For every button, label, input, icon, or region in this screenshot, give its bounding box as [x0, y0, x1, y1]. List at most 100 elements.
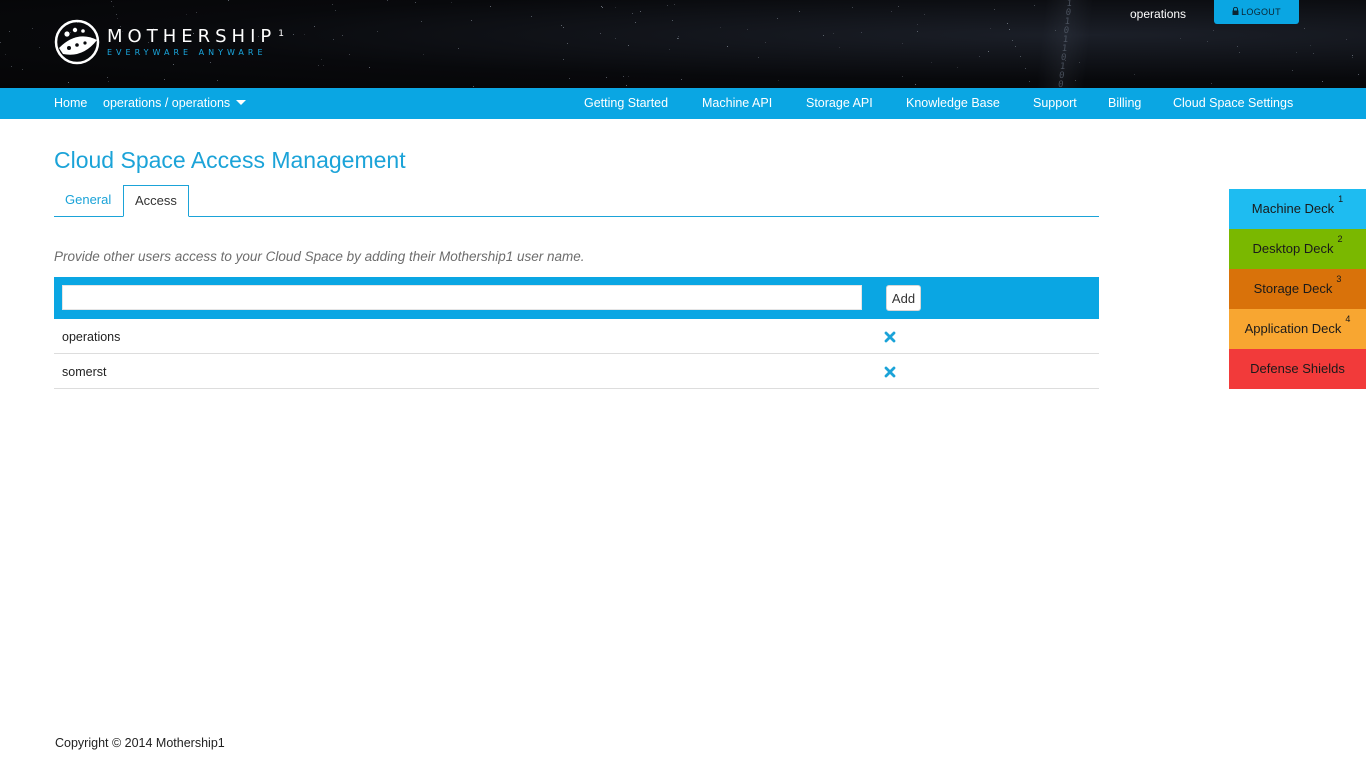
logout-label: LOGOUT	[1241, 7, 1281, 17]
star-decoration	[1304, 28, 1305, 29]
table-row: somerst	[54, 354, 1099, 389]
page-title: Cloud Space Access Management	[54, 147, 406, 173]
star-decoration	[1207, 41, 1208, 42]
star-decoration	[777, 18, 778, 19]
nav-support[interactable]: Support	[1033, 88, 1077, 119]
star-decoration	[917, 24, 918, 25]
star-decoration	[891, 11, 892, 12]
main-navbar: Home operations / operations Getting Sta…	[0, 88, 1366, 119]
star-decoration	[623, 76, 624, 77]
star-decoration	[1358, 74, 1359, 75]
star-decoration	[369, 67, 370, 68]
star-decoration	[342, 35, 343, 36]
user-access-table: operations somerst	[54, 319, 1099, 389]
star-decoration	[415, 2, 416, 3]
footer-copyright: Copyright © 2014 Mothership1	[55, 736, 225, 750]
close-icon[interactable]	[884, 331, 896, 343]
nav-billing[interactable]: Billing	[1108, 88, 1141, 119]
star-decoration	[990, 28, 991, 29]
star-decoration	[1292, 70, 1293, 71]
deck-label: Defense Shields	[1250, 361, 1345, 376]
star-decoration	[471, 20, 472, 21]
star-decoration	[1296, 52, 1297, 53]
deck-storage[interactable]: Storage Deck3	[1229, 269, 1366, 309]
nav-cloudspace-dropdown[interactable]: operations / operations	[103, 88, 247, 119]
user-name-cell: somerst	[62, 365, 107, 379]
star-decoration	[628, 45, 629, 46]
star-decoration	[1352, 55, 1353, 56]
mothership-logo-icon	[54, 19, 100, 65]
star-decoration	[758, 57, 759, 58]
user-name-cell: operations	[62, 330, 121, 344]
star-decoration	[765, 42, 766, 43]
star-decoration	[323, 65, 324, 66]
star-decoration	[1025, 68, 1026, 69]
add-user-bar: Add	[54, 277, 1099, 319]
nav-knowledge-base[interactable]: Knowledge Base	[906, 88, 1000, 119]
star-decoration	[681, 79, 682, 80]
star-decoration	[1015, 46, 1016, 47]
username-input[interactable]	[62, 285, 862, 310]
deck-number: 4	[1345, 314, 1351, 324]
star-decoration	[635, 22, 636, 23]
star-decoration	[116, 14, 117, 15]
logo-name-text: MOTHERSHIP	[107, 25, 277, 47]
nav-cloud-space-settings[interactable]: Cloud Space Settings	[1173, 88, 1293, 119]
nav-home[interactable]: Home	[54, 88, 87, 119]
star-decoration	[217, 80, 218, 81]
star-decoration	[113, 6, 114, 7]
settings-tabs: General Access	[54, 185, 1099, 217]
star-decoration	[988, 51, 989, 52]
star-decoration	[632, 13, 633, 14]
star-decoration	[108, 81, 109, 82]
star-decoration	[1313, 53, 1314, 54]
star-decoration	[458, 48, 459, 49]
star-decoration	[1211, 83, 1212, 84]
star-decoration	[902, 76, 903, 77]
close-icon[interactable]	[884, 366, 896, 378]
deck-number: 3	[1336, 274, 1342, 284]
tab-general[interactable]: General	[54, 185, 122, 217]
caret-down-icon	[236, 100, 247, 105]
star-decoration	[678, 36, 679, 37]
star-decoration	[626, 85, 627, 86]
star-decoration	[602, 7, 603, 8]
star-decoration	[423, 54, 424, 55]
star-decoration	[304, 34, 305, 35]
star-decoration	[799, 11, 800, 12]
star-decoration	[107, 77, 108, 78]
star-decoration	[727, 46, 728, 47]
star-decoration	[957, 67, 958, 68]
tab-access[interactable]: Access	[123, 185, 189, 217]
deck-application[interactable]: Application Deck4	[1229, 309, 1366, 349]
star-decoration	[164, 79, 165, 80]
deck-machine[interactable]: Machine Deck1	[1229, 189, 1366, 229]
deck-defense-shields[interactable]: Defense Shields	[1229, 349, 1366, 389]
add-user-button[interactable]: Add	[886, 285, 921, 311]
star-decoration	[1237, 46, 1238, 47]
logo-name: MOTHERSHIP 1	[107, 25, 284, 47]
star-decoration	[333, 39, 334, 40]
star-decoration	[321, 59, 322, 60]
star-decoration	[332, 4, 333, 5]
nav-getting-started[interactable]: Getting Started	[584, 88, 668, 119]
star-decoration	[640, 11, 641, 12]
nav-storage-api[interactable]: Storage API	[806, 88, 873, 119]
site-header: 1 0 1 0 1 1 0 1 0 0 1 MOTHERSHIP1 EVERYW…	[0, 0, 1366, 88]
star-decoration	[861, 32, 862, 33]
nav-machine-api[interactable]: Machine API	[702, 88, 772, 119]
star-decoration	[852, 7, 853, 8]
cloudspace-selector-label: operations / operations	[103, 96, 231, 110]
star-decoration	[898, 6, 899, 7]
star-decoration	[672, 20, 673, 21]
star-decoration	[994, 9, 995, 10]
star-decoration	[563, 59, 564, 60]
star-decoration	[531, 16, 532, 17]
deck-number: 1	[1338, 194, 1344, 204]
star-decoration	[68, 82, 69, 83]
logo-tagline: EVERYWARE ANYWARE	[107, 47, 267, 57]
star-decoration	[678, 38, 679, 39]
logout-button[interactable]: LOGOUT	[1214, 0, 1299, 24]
site-logo[interactable]: MOTHERSHIP 1 EVERYWARE ANYWARE	[53, 18, 284, 66]
deck-desktop[interactable]: Desktop Deck2	[1229, 229, 1366, 269]
